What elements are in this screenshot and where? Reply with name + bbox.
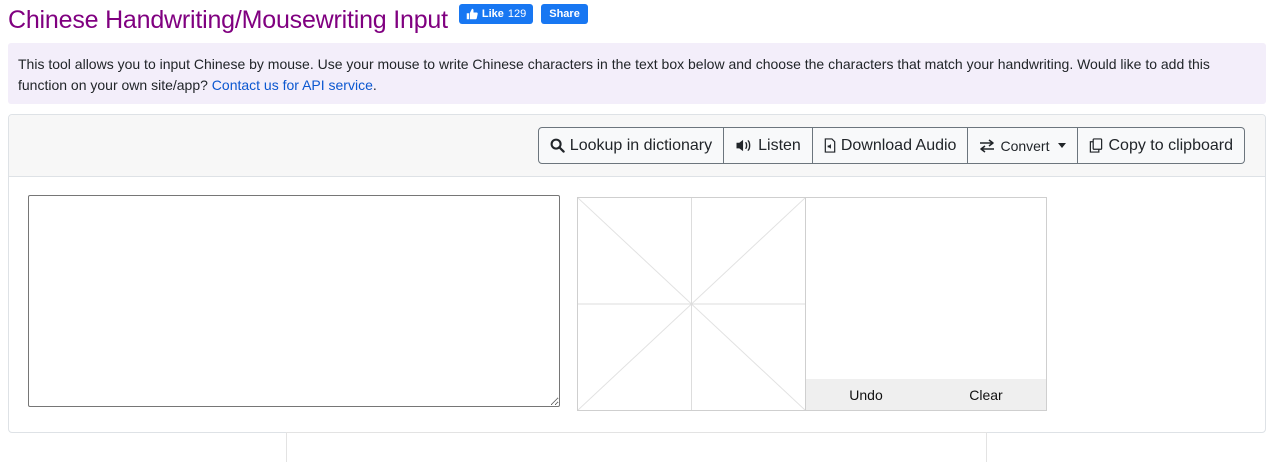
input-card: Lookup in dictionary Listen Download Aud…: [8, 114, 1266, 433]
listen-label: Listen: [758, 136, 801, 154]
title-row: Chinese Handwriting/Mousewriting Input L…: [8, 2, 588, 38]
clear-button[interactable]: Clear: [926, 379, 1046, 410]
chevron-down-icon: [1058, 143, 1067, 148]
like-label: Like: [481, 8, 504, 20]
canvas-guide-lines: [578, 198, 805, 410]
contact-api-link[interactable]: Contact us for API service: [212, 77, 373, 93]
page-title: Chinese Handwriting/Mousewriting Input: [8, 6, 448, 34]
candidate-list: [806, 198, 1046, 379]
canvas-actions: Undo Clear: [806, 379, 1046, 410]
lookup-dictionary-label: Lookup in dictionary: [569, 136, 713, 154]
convert-label: Convert: [1000, 137, 1050, 154]
facebook-share-button[interactable]: Share: [541, 4, 588, 24]
copy-clipboard-label: Copy to clipboard: [1108, 136, 1233, 154]
download-audio-button[interactable]: Download Audio: [812, 127, 969, 164]
intro-trailing: .: [372, 77, 377, 93]
chinese-text-input[interactable]: [28, 195, 560, 407]
audio-file-icon: [824, 138, 836, 153]
toolbar-button-group: Lookup in dictionary Listen Download Aud…: [537, 127, 1245, 164]
bottom-content-box: [286, 432, 987, 462]
copy-icon: [1090, 138, 1103, 153]
thumbs-up-icon: [466, 8, 478, 20]
intro-text: This tool allows you to input Chinese by…: [18, 56, 1210, 93]
handwriting-canvas[interactable]: [577, 197, 806, 411]
intro-panel: This tool allows you to input Chinese by…: [8, 43, 1266, 104]
listen-button[interactable]: Listen: [724, 127, 813, 164]
swap-arrows-icon: [980, 138, 995, 153]
toolbar: Lookup in dictionary Listen Download Aud…: [9, 115, 1265, 177]
speaker-icon: [736, 139, 751, 152]
facebook-like-button[interactable]: Like 129: [458, 4, 534, 24]
undo-button[interactable]: Undo: [806, 379, 926, 410]
download-audio-label: Download Audio: [840, 136, 957, 154]
lookup-dictionary-button[interactable]: Lookup in dictionary: [537, 127, 725, 164]
share-label: Share: [549, 8, 580, 20]
convert-dropdown-button[interactable]: Convert: [968, 127, 1079, 164]
like-count: 129: [507, 8, 527, 20]
copy-clipboard-button[interactable]: Copy to clipboard: [1078, 127, 1245, 164]
search-icon: [550, 138, 565, 153]
candidate-panel: Undo Clear: [805, 197, 1047, 411]
